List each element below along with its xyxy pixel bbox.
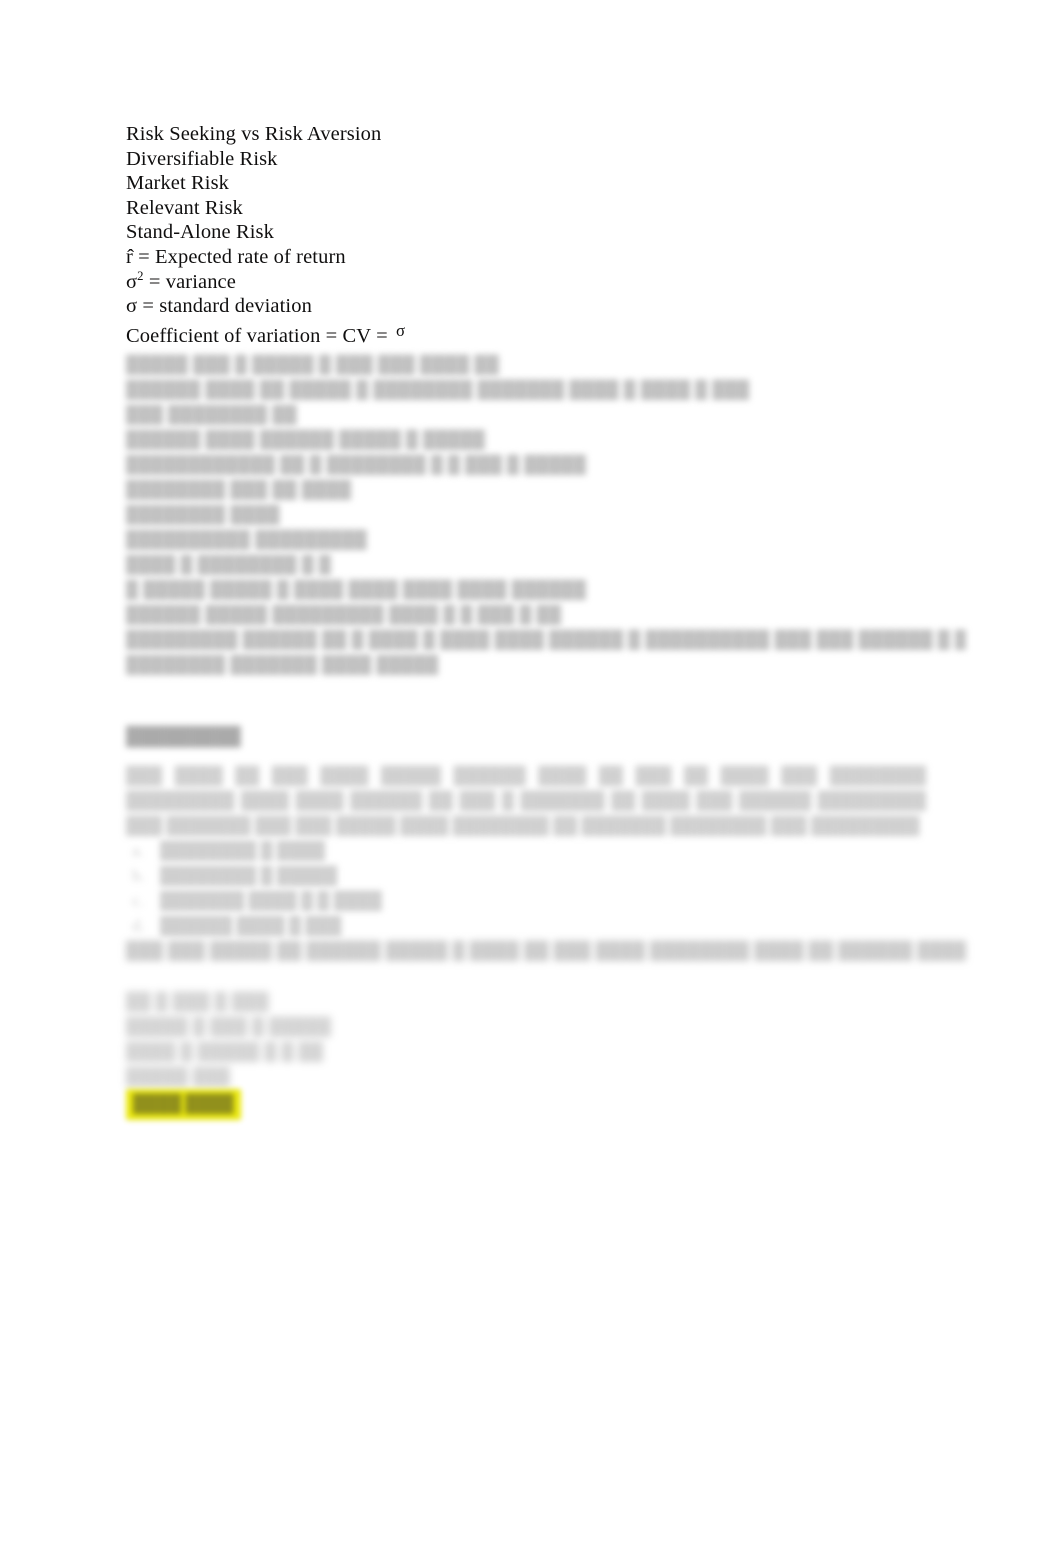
list-item: a. ████████ █ ████ [126, 838, 966, 863]
coefficient-numerator-sigma: σ [395, 320, 406, 340]
expected-return-definition: r̂ = Expected rate of return [126, 245, 346, 268]
answer-spacer [126, 963, 966, 989]
variance-definition: σ2 = variance [126, 269, 966, 295]
list-marker: c. [132, 891, 144, 911]
obscured-line: ███ ████████ ██ [126, 405, 298, 425]
obscured-line: █████ ███ █ █████ █ ███ ███ ████ ██ [126, 355, 500, 375]
list-item: d. ██████ ████ █ ███ [126, 913, 966, 938]
problem-options-list: a. ████████ █ ████ b. ████████ █ █████ c. █… [126, 838, 966, 938]
definitions-list: r̂ = Expected rate of return σ2 = varian… [126, 245, 966, 348]
obscured-line: ████ █ ████████ █ █ [126, 555, 332, 575]
obscured-line: ████████ ████ [126, 505, 280, 525]
sigma-symbol: σ [126, 295, 138, 318]
obscured-line: █████████ ██████ ██ █ ████ █ ████ ████ █… [126, 630, 966, 650]
obscured-line: ██████ █████ █████████ ████ █ █ ███ █ ██ [126, 605, 562, 625]
obscured-line: ██████ ████ ██ █████ █ ████████ ███████ … [126, 380, 750, 400]
answer-line: ██ █ ███ █ ███ [126, 992, 270, 1012]
list-marker: d. [132, 916, 145, 936]
obscured-line: ██████ ████ ██████ █████ █ █████ [126, 430, 486, 450]
obscured-line: ██████████ █████████ [126, 530, 368, 550]
obscured-line: ████████████ ██ █ ████████ █ █ ███ █ ███… [126, 455, 587, 475]
coefficient-of-variation-definition: Coefficient of variation = CV = σ [126, 319, 966, 349]
risk-terms-list: Risk Seeking vs Risk Aversion Diversifia… [126, 122, 966, 245]
list-item: c. ███████ ████ █ █ ████ [126, 888, 966, 913]
yellow-highlight: ████ ████ [126, 1089, 241, 1121]
highlighted-answer-line: ████ ████ [126, 1089, 966, 1121]
obscured-line: █ █████ █████ █ ████ ████ ████ ████ ████… [126, 580, 587, 600]
problems-heading: █████████ [126, 726, 241, 747]
list-item: b. ████████ █ █████ [126, 863, 966, 888]
risk-term-line: Relevant Risk [126, 196, 243, 219]
document-page: Risk Seeking vs Risk Aversion Diversifia… [0, 0, 1062, 1556]
risk-term-line: Market Risk [126, 172, 230, 195]
question-line: ███ ███ █████ ██ ██████ █████ █ ████ ██ … [126, 941, 966, 961]
list-item-text: ████████ █ █████ [160, 866, 338, 886]
answer-block: ██ █ ███ █ ███ █████ █ ███ █ █████ ████ … [126, 989, 966, 1121]
list-marker: b. [132, 866, 145, 886]
obscured-line: ████████ ███████ ████ █████ [126, 655, 439, 675]
obscured-formula-block: █████ ███ █ █████ █ ███ ███ ████ ██ ████… [126, 352, 966, 677]
variance-label: = variance [143, 270, 236, 293]
standard-deviation-definition: σ = standard deviation [126, 294, 966, 319]
list-item-text: ███████ ████ █ █ ████ [160, 891, 382, 911]
answer-line: █████ █ ███ █ █████ [126, 1017, 332, 1037]
risk-term-line: Risk Seeking vs Risk Aversion [126, 123, 382, 145]
problem-paragraph: ███ ████ ██ ███ ████ █████ ██████ ████ █… [126, 766, 926, 836]
answer-line: ████ █ █████ █ █ ██ [126, 1042, 324, 1062]
heading-spacer [126, 749, 966, 763]
list-item-text: ████████ █ ████ [160, 841, 326, 861]
document-body: Risk Seeking vs Risk Aversion Diversifia… [126, 122, 966, 1121]
answer-line: █████ ███ [126, 1067, 231, 1087]
standard-deviation-label: = standard deviation [137, 295, 312, 318]
risk-term-line: Stand-Alone Risk [126, 221, 274, 244]
list-item-text: ██████ ████ █ ███ [160, 916, 342, 936]
obscured-line: ████████ ███ ██ ████ [126, 480, 352, 500]
coefficient-of-variation-label: Coefficient of variation = CV = [126, 324, 393, 347]
risk-term-line: Diversifiable Risk [126, 147, 278, 170]
sigma-symbol: σ [126, 270, 138, 293]
list-marker: a. [132, 841, 144, 861]
